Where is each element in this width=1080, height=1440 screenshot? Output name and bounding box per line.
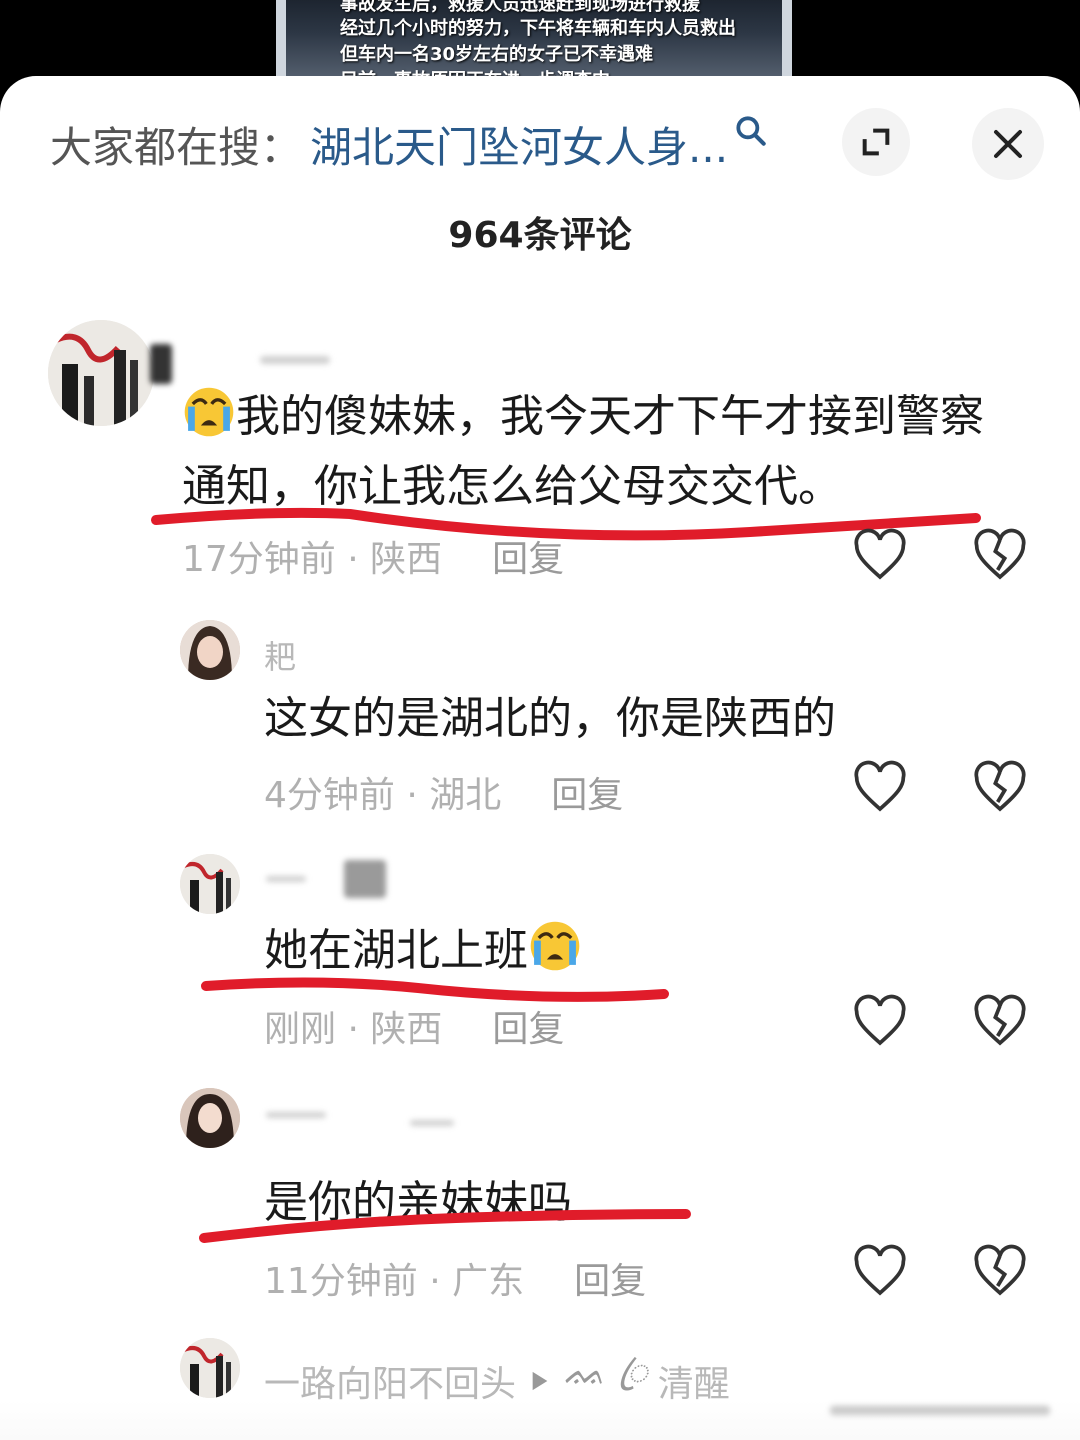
expand-icon [862,128,890,156]
reply-button[interactable]: 回复 [492,539,564,580]
reply-button[interactable]: 回复 [492,1009,564,1050]
comment-time-location: 4分钟前 · 湖北 [264,775,502,816]
comment-sheet: 大家都在搜： 湖北天门坠河女人身... 964条评论 我的傻妹妹，我今天才下午才… [0,76,1080,1440]
search-icon[interactable] [732,112,770,150]
username-redacted [410,1120,454,1126]
expand-button[interactable] [842,108,910,176]
dislike-broken-heart-icon[interactable] [972,1244,1028,1300]
comment-line: 我的傻妹妹，我今天才下午才接到警察 [236,391,984,442]
comment-text: 这女的是湖北的，你是陕西的 [264,693,836,744]
comment-text: 我的傻妹妹，我今天才下午才接到警察 通知，你让我怎么给父母交交代。 [182,382,1022,522]
close-icon [994,130,1022,158]
like-heart-icon[interactable] [852,528,908,584]
avatar[interactable] [180,854,240,914]
video-caption-line: 但车内一名30岁左右的女子已不幸遇难 [340,44,654,65]
video-caption-line: 经过几个小时的努力，下午将车辆和车内人员救出 [340,18,736,39]
comment-line: 通知，你让我怎么给父母交交代。 [182,461,842,512]
reply-button[interactable]: 回复 [551,775,623,816]
username[interactable]: 耙 [264,632,296,678]
username-redacted [266,1112,326,1118]
comment-line: 她在湖北上班 [264,925,528,976]
avatar-image [180,620,240,680]
comment-meta: 4分钟前 · 湖北 回复 [264,766,623,818]
trending-search[interactable]: 大家都在搜： 湖北天门坠河女人身... [50,114,770,174]
bottom-fade [0,1400,1080,1440]
video-preview[interactable]: 事故发生后，救援人员迅速赶到现场进行救援 经过几个小时的努力，下午将车辆和车内人… [276,0,792,80]
avatar-image [180,854,240,914]
avatar-image [48,320,154,426]
search-prefix: 大家都在搜： [50,122,303,172]
username-redacted [260,356,330,364]
like-heart-icon[interactable] [852,1244,908,1300]
dislike-broken-heart-icon[interactable] [972,994,1028,1050]
dislike-broken-heart-icon[interactable] [972,760,1028,816]
comment-text: 她在湖北上班 [264,916,582,986]
username[interactable]: 一路向阳不回头 [264,1355,516,1407]
comment-meta: 刚刚 · 陕西 回复 [264,1000,564,1052]
comment-time-location: 11分钟前 · 广东 [264,1261,525,1302]
comment-meta: 11分钟前 · 广东 回复 [264,1252,646,1304]
comment-meta: 17分钟前 · 陕西 回复 [182,530,564,582]
comment-text: 是你的亲妹妹吗 [264,1177,572,1228]
reply-to-username[interactable]: 清醒 [658,1355,730,1407]
reply-button[interactable]: 回复 [574,1261,646,1302]
username-redacted [266,876,306,882]
avatar[interactable] [180,1338,240,1398]
crying-emoji-icon [184,387,234,437]
comment-time-location: 刚刚 · 陕西 [264,1009,443,1050]
username-redacted [344,860,386,898]
avatar-image [180,1088,240,1148]
comment-time-location: 17分钟前 · 陕西 [182,539,443,580]
avatar-image [180,1338,240,1398]
crying-emoji-icon [530,921,580,971]
search-query-link[interactable]: 湖北天门坠河女人身... [310,114,728,175]
like-heart-icon[interactable] [852,760,908,816]
avatar[interactable] [48,320,154,426]
avatar[interactable] [180,1088,240,1148]
avatar[interactable] [180,620,240,680]
reply-arrow-icon [532,1371,548,1390]
like-heart-icon[interactable] [852,994,908,1050]
comment-count-title: 964条评论 [448,215,632,256]
close-button[interactable] [972,108,1044,180]
username-redacted [150,344,172,384]
dislike-broken-heart-icon[interactable] [972,528,1028,584]
